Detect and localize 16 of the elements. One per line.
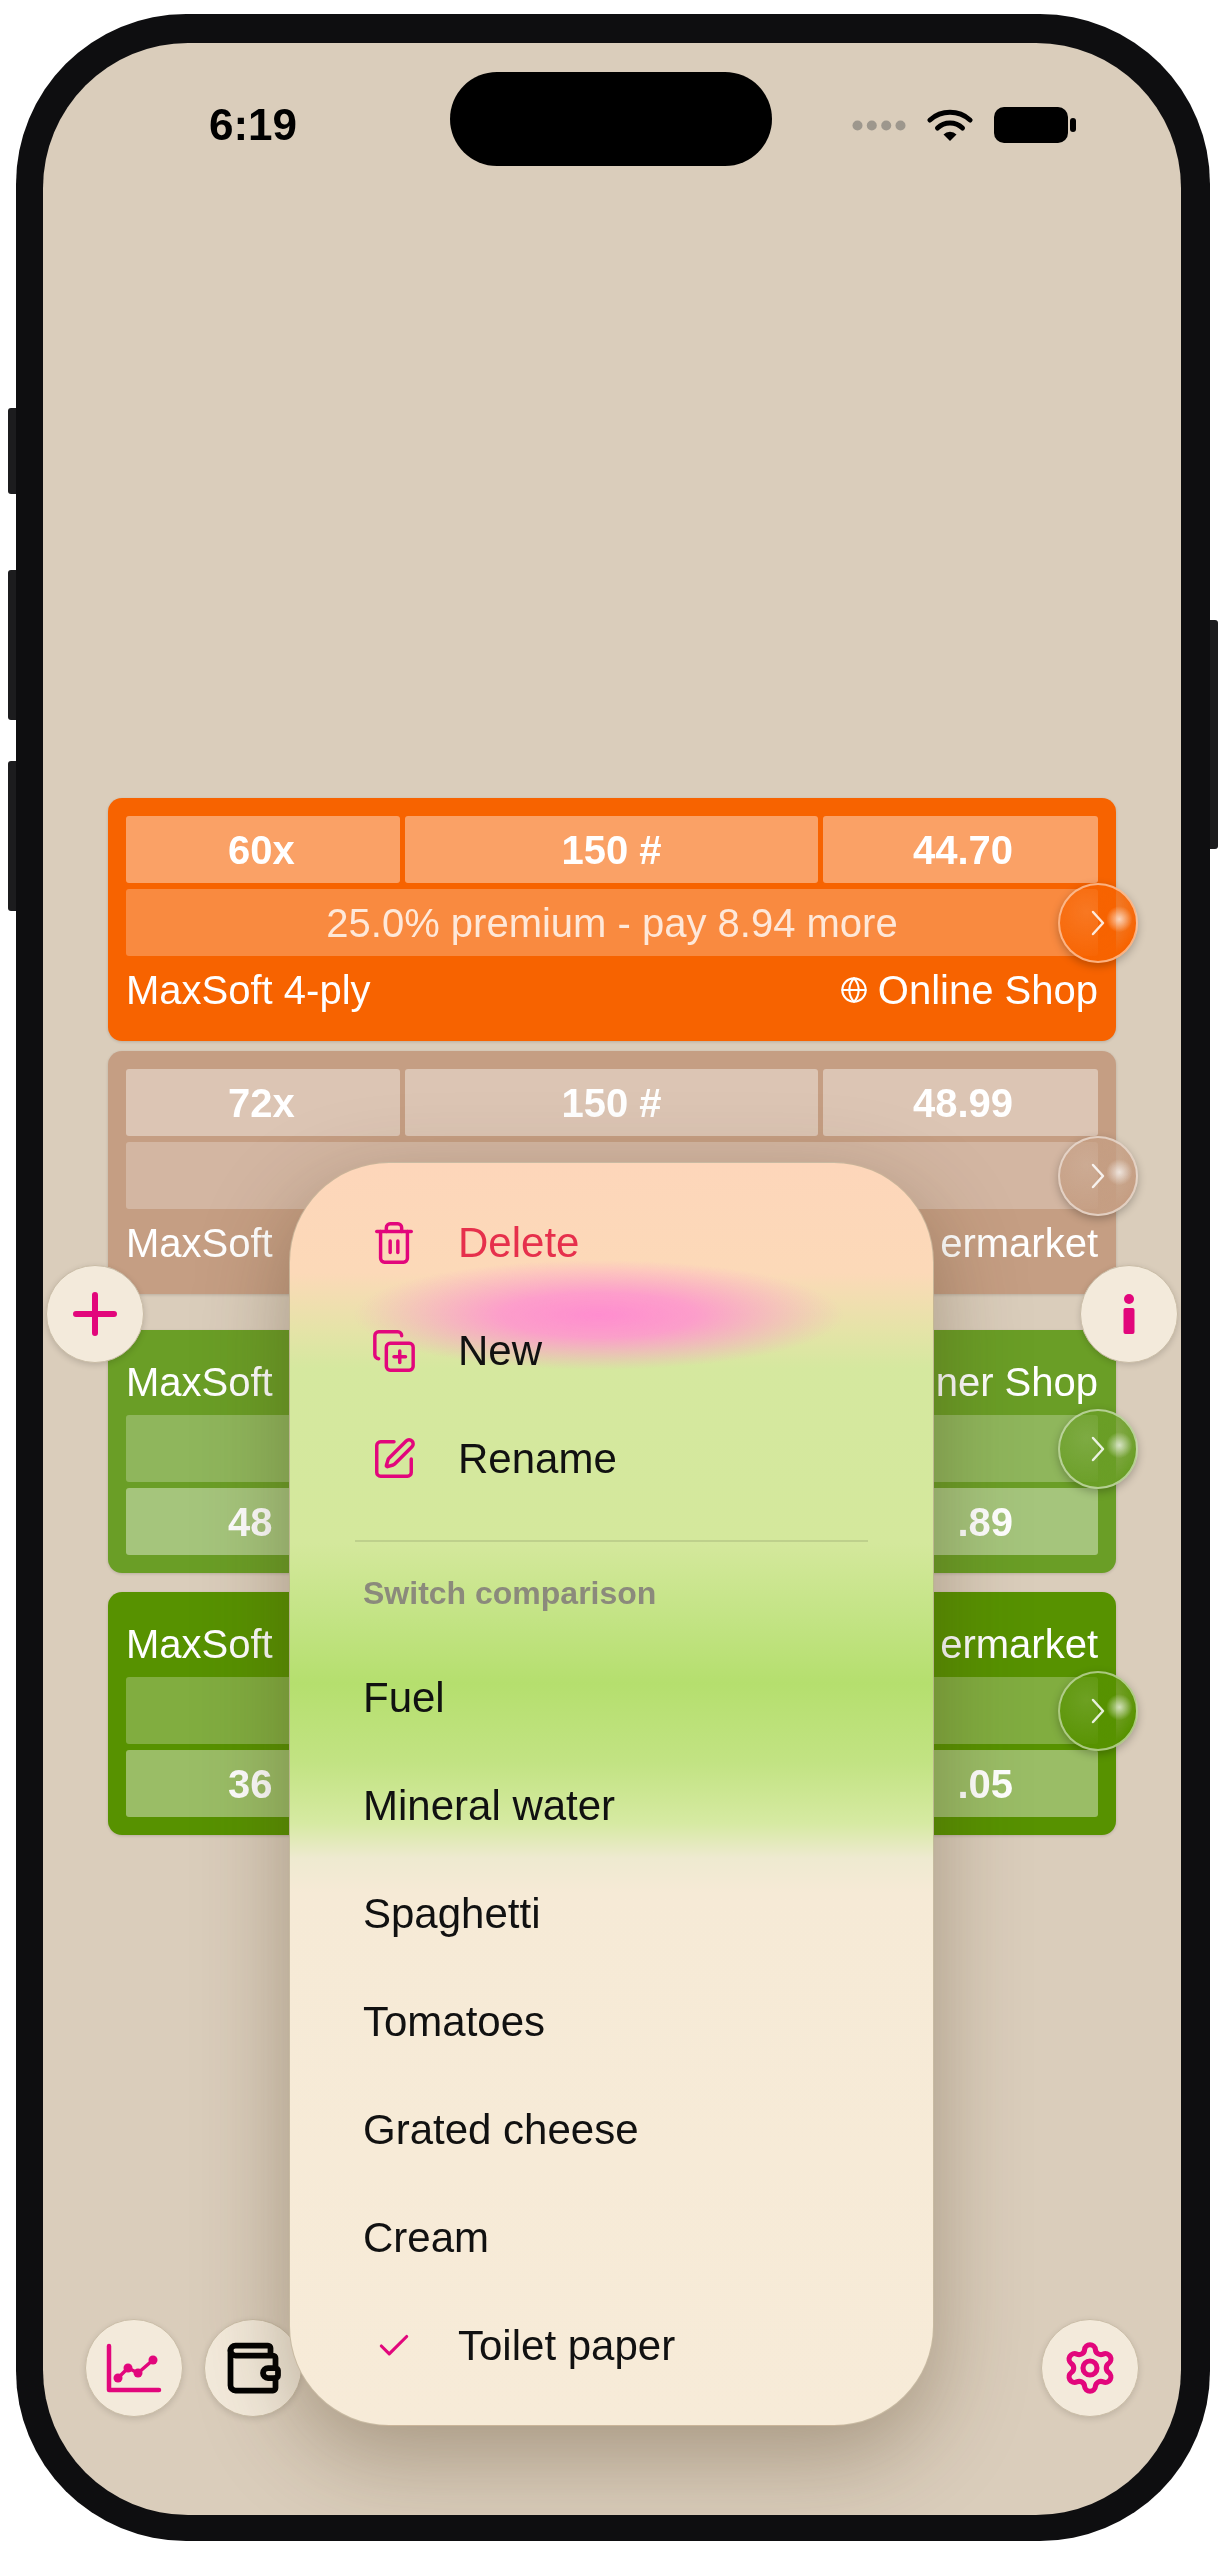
stat-cell: 150 # — [405, 1069, 818, 1136]
product-name: MaxSoft — [126, 1219, 273, 1267]
stat-cell: 48.99 — [823, 1069, 1098, 1136]
shop-name: ner Shop — [935, 1358, 1098, 1406]
shop-name: Online Shop — [877, 966, 1098, 1014]
stat-cell: 44.70 — [823, 816, 1098, 883]
stat-cell: 150 # — [405, 816, 818, 883]
shop-name: ermarket — [940, 1219, 1098, 1267]
product-name: MaxSoft 4-ply — [126, 966, 371, 1014]
section-header: Switch comparison — [363, 1574, 657, 1612]
stat-cell: 60x — [126, 816, 400, 883]
stat-cell: 72x — [126, 1069, 400, 1136]
product-name: MaxSoft — [126, 1620, 273, 1668]
status-time: 6:19 — [208, 103, 298, 147]
product-name: MaxSoft — [126, 1358, 273, 1406]
shop-name: ermarket — [940, 1620, 1098, 1668]
